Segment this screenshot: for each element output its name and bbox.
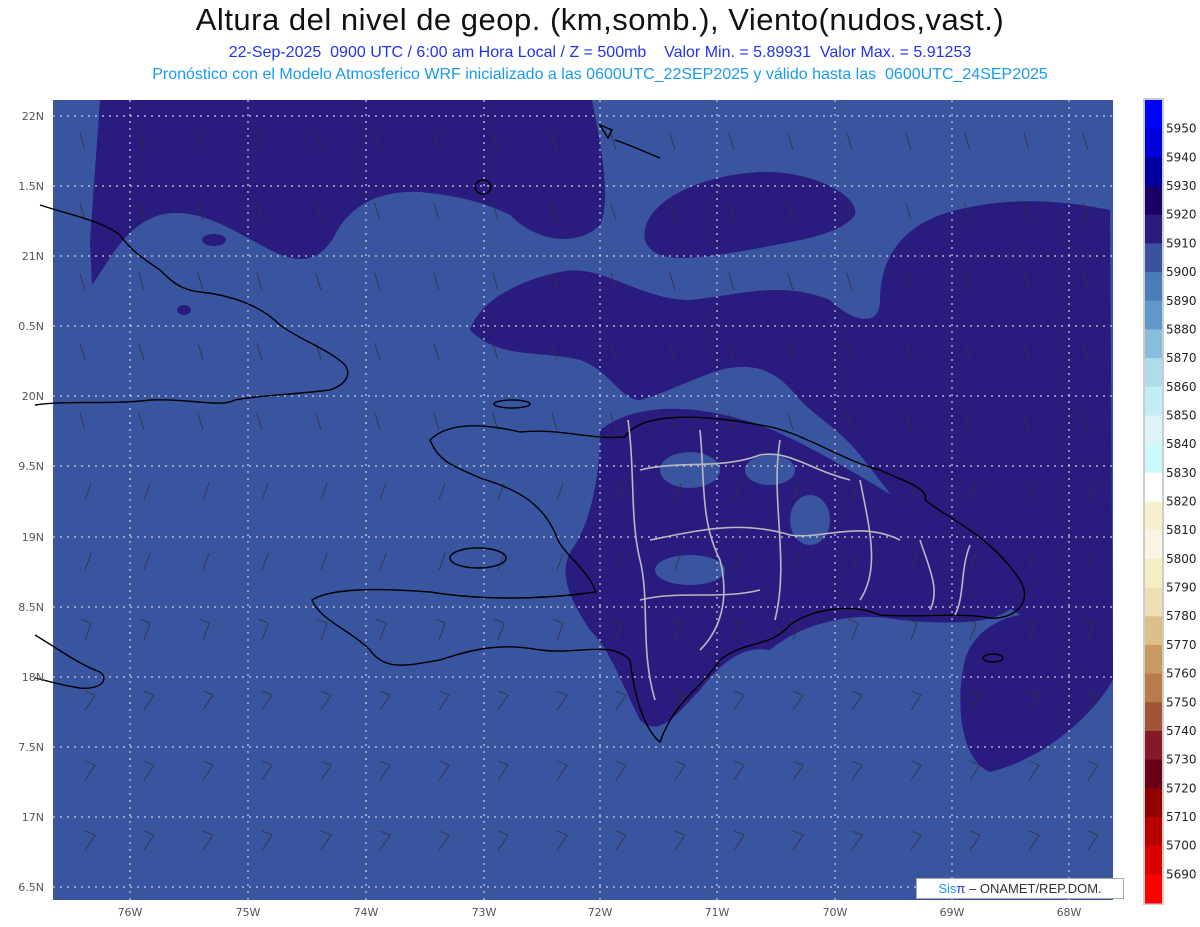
lat-tick-label: 7.5N (18, 741, 44, 754)
lon-tick-label: 68W (1057, 906, 1082, 919)
colorbar-label: 5730 (1166, 753, 1197, 767)
lat-tick-label: 0.5N (18, 320, 44, 333)
colorbar-segment (1145, 157, 1162, 187)
colorbar-segment (1145, 702, 1162, 732)
model-info-subtitle: Pronóstico con el Modelo Atmosferico WRF… (152, 66, 1048, 83)
colorbar-segment (1145, 472, 1162, 502)
lat-tick-label: 6.5N (18, 881, 44, 894)
colorbar-segment (1145, 444, 1162, 474)
colorbar-segment (1145, 845, 1162, 875)
colorbar-segment (1145, 329, 1162, 359)
colorbar-label: 5930 (1166, 179, 1197, 193)
lon-tick-label: 76W (118, 906, 143, 919)
colorbar-label: 5760 (1166, 667, 1197, 681)
colorbar-segment (1145, 243, 1162, 273)
colorbar-label: 5690 (1166, 867, 1197, 881)
colorbar-label: 5740 (1166, 724, 1197, 738)
colorbar-segment (1145, 272, 1162, 302)
colorbar-segment (1145, 530, 1162, 560)
colorbar-label: 5880 (1166, 322, 1197, 336)
colorbar-segment (1145, 128, 1162, 158)
colorbar-label: 5790 (1166, 581, 1197, 595)
colorbar-label: 5830 (1166, 466, 1197, 480)
colorbar-label: 5800 (1166, 552, 1197, 566)
colorbar-label: 5890 (1166, 294, 1197, 308)
lat-tick-label: 18N (22, 671, 44, 684)
colorbar-segment (1145, 816, 1162, 847)
colorbar-label: 5950 (1166, 122, 1197, 136)
colorbar-label: 5840 (1166, 437, 1197, 451)
colorbar-label: 5850 (1166, 408, 1197, 422)
lat-tick-label: 1.5N (18, 180, 44, 193)
lon-tick-label: 75W (236, 906, 261, 919)
credit-sis: Sis (938, 881, 957, 896)
lon-tick-label: 70W (823, 906, 848, 919)
lat-tick-label: 20N (22, 390, 44, 403)
colorbar-segment (1145, 358, 1162, 388)
lat-tick-label: 8.5N (18, 601, 44, 614)
colorbar-segment (1145, 415, 1162, 445)
colorbar-segment (1145, 100, 1162, 130)
chart-title: Altura del nivel de geop. (km,somb.), Vi… (195, 2, 1005, 37)
colorbar-label: 5710 (1166, 810, 1197, 824)
lon-tick-label: 73W (472, 906, 497, 919)
colorbar-label: 5870 (1166, 351, 1197, 365)
colorbar-segment (1145, 558, 1162, 589)
colorbar-label: 5900 (1166, 265, 1197, 279)
colorbar-label: 5860 (1166, 380, 1197, 394)
colorbar-segment (1145, 759, 1162, 789)
colorbar-label: 5780 (1166, 609, 1197, 623)
lat-tick-label: 17N (22, 811, 44, 824)
colorbar-segment (1145, 587, 1162, 617)
geopotential-map: 5950 5940 5930 5920 5910 5900 5890 5880 5870 5860… (18, 98, 1197, 919)
credit-box: Sisπ – ONAMET/REP.DOM. (916, 878, 1124, 899)
colorbar-label: 5750 (1166, 695, 1197, 709)
colorbar: 5950 5940 5930 5920 5910 5900 5890 5880 5870 5860… (1143, 98, 1197, 905)
colorbar-label: 5700 (1166, 839, 1197, 853)
colorbar-label: 5810 (1166, 523, 1197, 537)
lat-tick-label: 19N (22, 531, 44, 544)
colorbar-segment (1145, 616, 1162, 646)
colorbar-label: 5720 (1166, 781, 1197, 795)
colorbar-segment (1145, 788, 1162, 818)
colorbar-label: 5940 (1166, 150, 1197, 164)
colorbar-segment (1145, 730, 1162, 761)
colorbar-segment (1145, 673, 1162, 703)
colorbar-segment (1145, 644, 1162, 675)
lon-tick-label: 72W (588, 906, 613, 919)
colorbar-segment (1145, 214, 1162, 244)
colorbar-segment (1145, 386, 1162, 416)
colorbar-segment (1145, 300, 1162, 330)
colorbar-segment (1145, 186, 1162, 216)
colorbar-label: 5920 (1166, 208, 1197, 222)
dark-patch-small-2 (177, 305, 191, 315)
lat-tick-label: 9.5N (18, 460, 44, 473)
colorbar-label: 5910 (1166, 236, 1197, 250)
colorbar-segment (1145, 874, 1162, 904)
colorbar-segment (1145, 501, 1162, 531)
lat-tick-label: 21N (22, 250, 44, 263)
lon-tick-label: 69W (940, 906, 965, 919)
valid-time-subtitle: 22-Sep-2025 0900 UTC / 6:00 am Hora Loca… (228, 44, 972, 61)
lon-tick-label: 74W (354, 906, 379, 919)
dark-patch-small (202, 234, 226, 246)
lat-tick-label: 22N (22, 110, 44, 123)
colorbar-label: 5820 (1166, 495, 1197, 509)
colorbar-label: 5770 (1166, 638, 1197, 652)
credit-text: – ONAMET/REP.DOM. (965, 881, 1102, 896)
lon-tick-label: 71W (705, 906, 730, 919)
